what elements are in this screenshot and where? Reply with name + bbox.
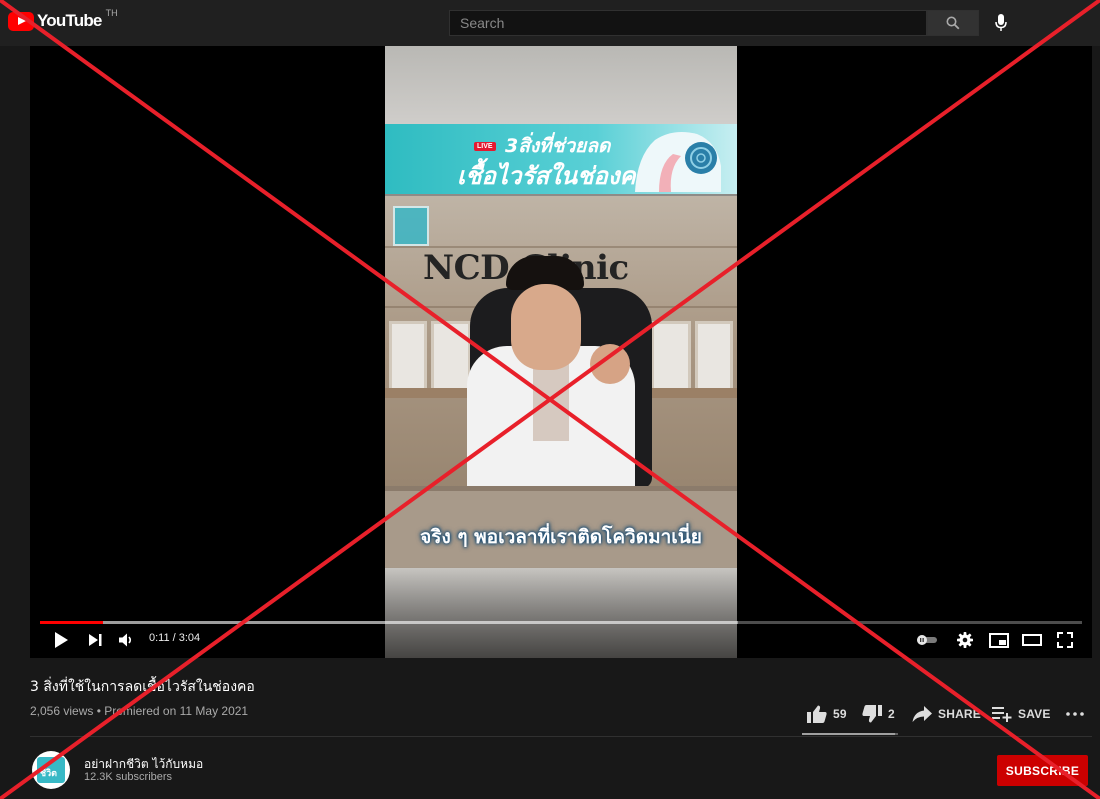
share-label: SHARE [938, 707, 982, 721]
search-icon [946, 16, 960, 30]
youtube-logo-icon [8, 11, 34, 31]
thumbs-down-icon [862, 705, 882, 723]
play-icon [55, 632, 68, 648]
banner-line-2: เชื้อไวรัสในช่องคอ [457, 162, 651, 190]
youtube-logo[interactable]: YouTube TH [8, 8, 118, 31]
banner-live-tag: LIVE [474, 142, 496, 151]
dislike-button[interactable]: 2 [862, 702, 895, 726]
mic-icon [995, 14, 1007, 31]
settings-icon [957, 632, 973, 648]
save-button[interactable]: SAVE [992, 702, 1051, 726]
next-icon [88, 634, 101, 646]
search-button[interactable] [927, 10, 979, 36]
sentiment-bar [802, 733, 898, 735]
progress-played [40, 621, 103, 624]
video-top-blur [385, 46, 737, 124]
search-input[interactable] [450, 11, 926, 35]
mute-button[interactable] [116, 629, 136, 651]
miniplayer-icon [989, 632, 1009, 648]
miniplayer-button[interactable] [987, 629, 1011, 651]
certificate-frame [389, 321, 427, 391]
masthead: YouTube TH [0, 0, 1100, 46]
doctor-face [511, 284, 581, 370]
more-actions-button[interactable] [1066, 702, 1084, 726]
more-icon [1066, 712, 1084, 716]
next-button[interactable] [85, 629, 105, 651]
save-playlist-icon [992, 707, 1012, 722]
time-display: 0:11 / 3:04 [149, 632, 201, 644]
volume-icon [118, 633, 131, 647]
voice-search-button[interactable] [991, 12, 1011, 34]
settings-button[interactable] [954, 629, 976, 651]
certificate-frame [431, 321, 471, 391]
subscriber-count: 12.3K subscribers [84, 771, 173, 783]
video-subtitle: จริง ๆ พอเวลาที่เราติดโควิดมาเนี่ย [420, 526, 702, 548]
country-code: TH [105, 8, 118, 18]
video-player[interactable]: LIVE 3สิ่งที่ช่วยลด เชื้อไวรัสในช่องคอ N… [30, 46, 1092, 658]
thumbs-up-icon [807, 705, 827, 723]
progress-bar[interactable] [40, 621, 1082, 624]
video-title: 3 สิ่งที่ใช้ในการลดเชื้อไวรัสในช่องคอ [30, 679, 255, 695]
progress-loaded [40, 621, 739, 624]
play-button[interactable] [50, 629, 72, 651]
fullscreen-icon [1057, 632, 1073, 648]
fullscreen-button[interactable] [1054, 629, 1076, 651]
clinic-logo [393, 206, 429, 246]
like-button[interactable]: 59 [807, 702, 847, 726]
theater-icon [1022, 634, 1042, 646]
doctor-hand [590, 344, 630, 384]
channel-avatar[interactable]: ชีวิต [32, 751, 70, 789]
share-button[interactable]: SHARE [912, 702, 981, 726]
save-label: SAVE [1018, 707, 1051, 721]
like-count: 59 [833, 707, 847, 721]
sentiment-likes [802, 733, 895, 735]
throat-illustration [635, 132, 721, 192]
subscribe-button[interactable]: SUBSCRIBE [997, 755, 1088, 786]
theater-mode-button[interactable] [1020, 629, 1044, 651]
autoplay-toggle[interactable] [914, 629, 940, 651]
divider [30, 736, 1092, 737]
video-meta: 2,056 views • Premiered on 11 May 2021 [30, 704, 249, 718]
certificate-frame [695, 321, 733, 391]
avatar-logo-text: ชีวิต [40, 768, 58, 778]
certificate-frame [651, 321, 691, 391]
logo-text: YouTube [37, 11, 102, 30]
autoplay-toggle-icon [917, 635, 937, 645]
dislike-count: 2 [888, 707, 895, 721]
share-icon [912, 706, 932, 722]
search-box [449, 10, 927, 36]
